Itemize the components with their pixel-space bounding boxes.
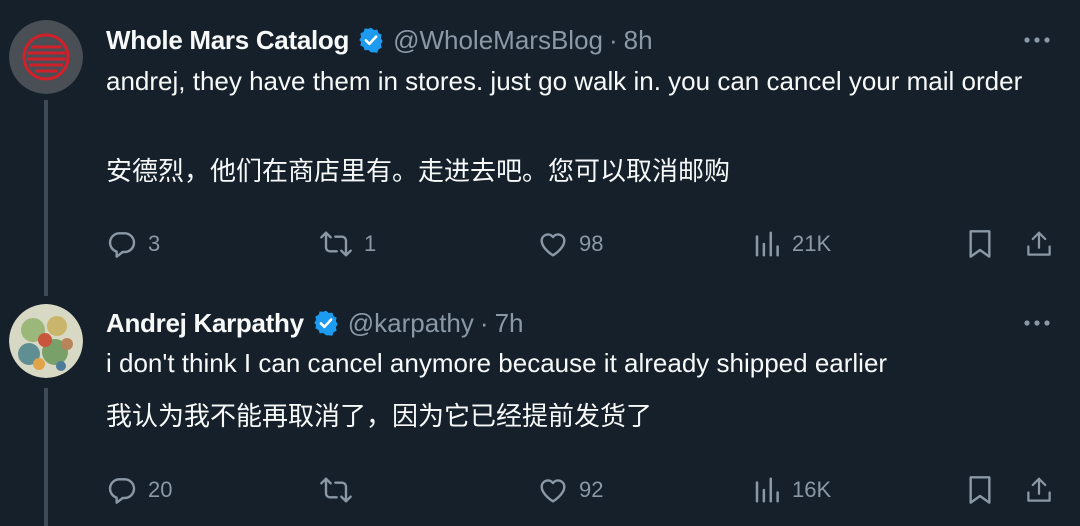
conversation-thread: Whole Mars Catalog @WholeMarsBlog · 8h a… [0,0,1080,526]
tweet-actions: 3 1 98 21K [0,224,1080,264]
bookmark-button[interactable] [966,224,994,264]
share-icon [1027,231,1051,256]
tweet-whole-mars[interactable]: Whole Mars Catalog @WholeMarsBlog · 8h a… [0,0,1080,290]
verified-badge-icon [312,309,340,337]
reply-count: 3 [148,231,161,256]
verified-badge-icon [357,26,385,54]
repost-icon [320,477,352,503]
timestamp[interactable]: 7h [495,308,524,339]
like-count: 98 [579,231,604,256]
reply-icon [108,232,136,258]
share-icon [1027,477,1051,502]
bookmark-icon [969,476,991,504]
share-button[interactable] [1024,224,1054,264]
timestamp[interactable]: 8h [624,25,653,56]
bookmark-button[interactable] [966,470,994,510]
display-name[interactable]: Andrej Karpathy [106,308,304,339]
tweet-text: i don't think I can cancel anymore becau… [106,348,888,378]
user-handle[interactable]: @WholeMarsBlog [393,25,603,56]
views-button[interactable]: 21K [752,224,831,264]
tweet-actions: 20 92 16K [0,470,1080,510]
like-count: 92 [579,477,604,502]
tweet-header: Whole Mars Catalog @WholeMarsBlog · 8h [106,20,653,60]
reply-button[interactable]: 3 [106,224,160,264]
separator-dot: · [479,307,489,338]
bookmark-icon [969,230,991,258]
views-button[interactable]: 16K [752,470,831,510]
tweet-translation: 安德烈，他们在商店里有。走进去吧。您可以取消邮购 [106,156,731,186]
reply-button[interactable]: 20 [106,470,172,510]
repost-icon [320,231,352,257]
like-button[interactable]: 92 [537,470,603,510]
user-handle[interactable]: @karpathy [348,308,474,339]
views-icon [755,477,779,503]
display-name[interactable]: Whole Mars Catalog [106,25,349,56]
more-icon[interactable] [1022,25,1052,55]
like-button[interactable]: 98 [537,224,603,264]
repost-count: 1 [364,231,377,256]
avatar-karpathy[interactable] [9,304,83,378]
more-icon[interactable] [1022,308,1052,338]
avatar-whole-mars[interactable] [9,20,83,94]
like-icon [540,233,566,257]
like-icon [540,479,566,503]
reply-count: 20 [148,477,173,502]
tweet-karpathy[interactable]: Andrej Karpathy @karpathy · 7h i don't t… [0,290,1080,526]
whole-mars-logo-icon [9,20,83,94]
reply-icon [108,478,136,504]
tweet-text: andrej, they have them in stores. just g… [106,66,1023,96]
separator-dot: · [608,24,618,55]
repost-button[interactable]: 1 [318,224,376,264]
tweet-header: Andrej Karpathy @karpathy · 7h [106,303,523,343]
share-button[interactable] [1024,470,1054,510]
view-count: 21K [792,231,832,256]
view-count: 16K [792,477,832,502]
views-icon [755,231,779,257]
repost-button[interactable] [318,470,364,510]
karpathy-avatar-icon [9,304,83,378]
tweet-translation: 我认为我不能再取消了，因为它已经提前发货了 [106,401,653,431]
